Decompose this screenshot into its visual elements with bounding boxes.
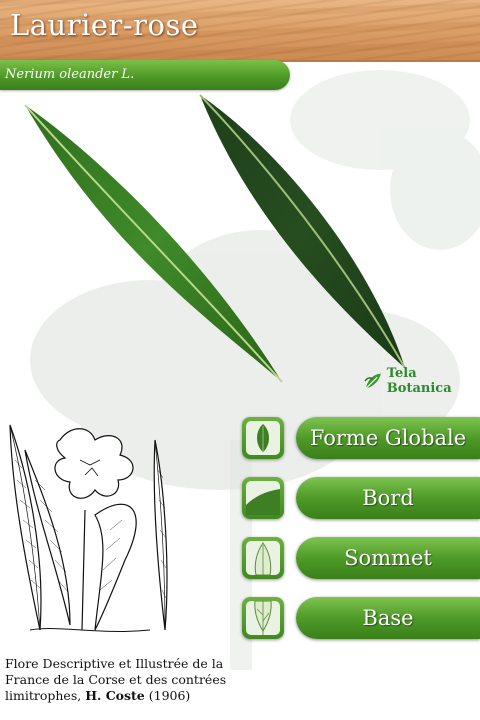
- illustration-caption: Flore Descriptive et Illustrée de la Fra…: [5, 656, 245, 704]
- base-button[interactable]: Base: [296, 597, 480, 639]
- base-label: Base: [362, 606, 414, 630]
- logo-text: Tela Botanica: [386, 366, 452, 396]
- caption-line-3: limitrophes, H. Coste (1906): [5, 688, 245, 704]
- menu-row-bord: Bord: [242, 477, 480, 521]
- caption-line-2: France de la Corse et des contrées: [5, 672, 227, 687]
- leaf-edge-icon-button[interactable]: [242, 477, 284, 519]
- caption-author: H. Coste: [85, 688, 145, 703]
- botanical-illustration: [9, 424, 168, 632]
- menu-row-forme-globale: Forme Globale: [242, 417, 480, 461]
- leaf-base-icon-button[interactable]: [242, 597, 284, 639]
- leaf-base-icon: [254, 600, 272, 635]
- leaf-logo-icon: [364, 373, 381, 389]
- menu-row-base: Base: [242, 597, 480, 641]
- forme-globale-label: Forme Globale: [309, 426, 467, 450]
- tela-botanica-logo: Tela Botanica: [364, 366, 480, 396]
- leaf-tip-icon: [254, 542, 272, 576]
- caption-line-3-prefix: limitrophes,: [5, 688, 86, 703]
- leaf-edge-icon: [246, 489, 280, 515]
- scientific-name-bar: Nerium oleander L.: [0, 60, 290, 90]
- page-title: Laurier-rose: [10, 8, 199, 42]
- caption-year: (1906): [144, 688, 191, 703]
- scientific-name: Nerium oleander L.: [5, 67, 135, 82]
- bord-button[interactable]: Bord: [296, 477, 480, 519]
- leaf-shape-icon: [257, 424, 269, 452]
- leaf-shape-icon-button[interactable]: [242, 417, 284, 459]
- leaf-photos: [24, 94, 406, 383]
- sommet-label: Sommet: [344, 546, 432, 570]
- leaf-tip-icon-button[interactable]: [242, 537, 284, 579]
- menu-row-sommet: Sommet: [242, 537, 480, 581]
- caption-line-1: Flore Descriptive et Illustrée de la: [5, 656, 224, 671]
- forme-globale-button[interactable]: Forme Globale: [296, 417, 480, 459]
- sommet-button[interactable]: Sommet: [296, 537, 480, 579]
- bord-label: Bord: [362, 486, 414, 510]
- header-bar: Laurier-rose: [0, 0, 480, 62]
